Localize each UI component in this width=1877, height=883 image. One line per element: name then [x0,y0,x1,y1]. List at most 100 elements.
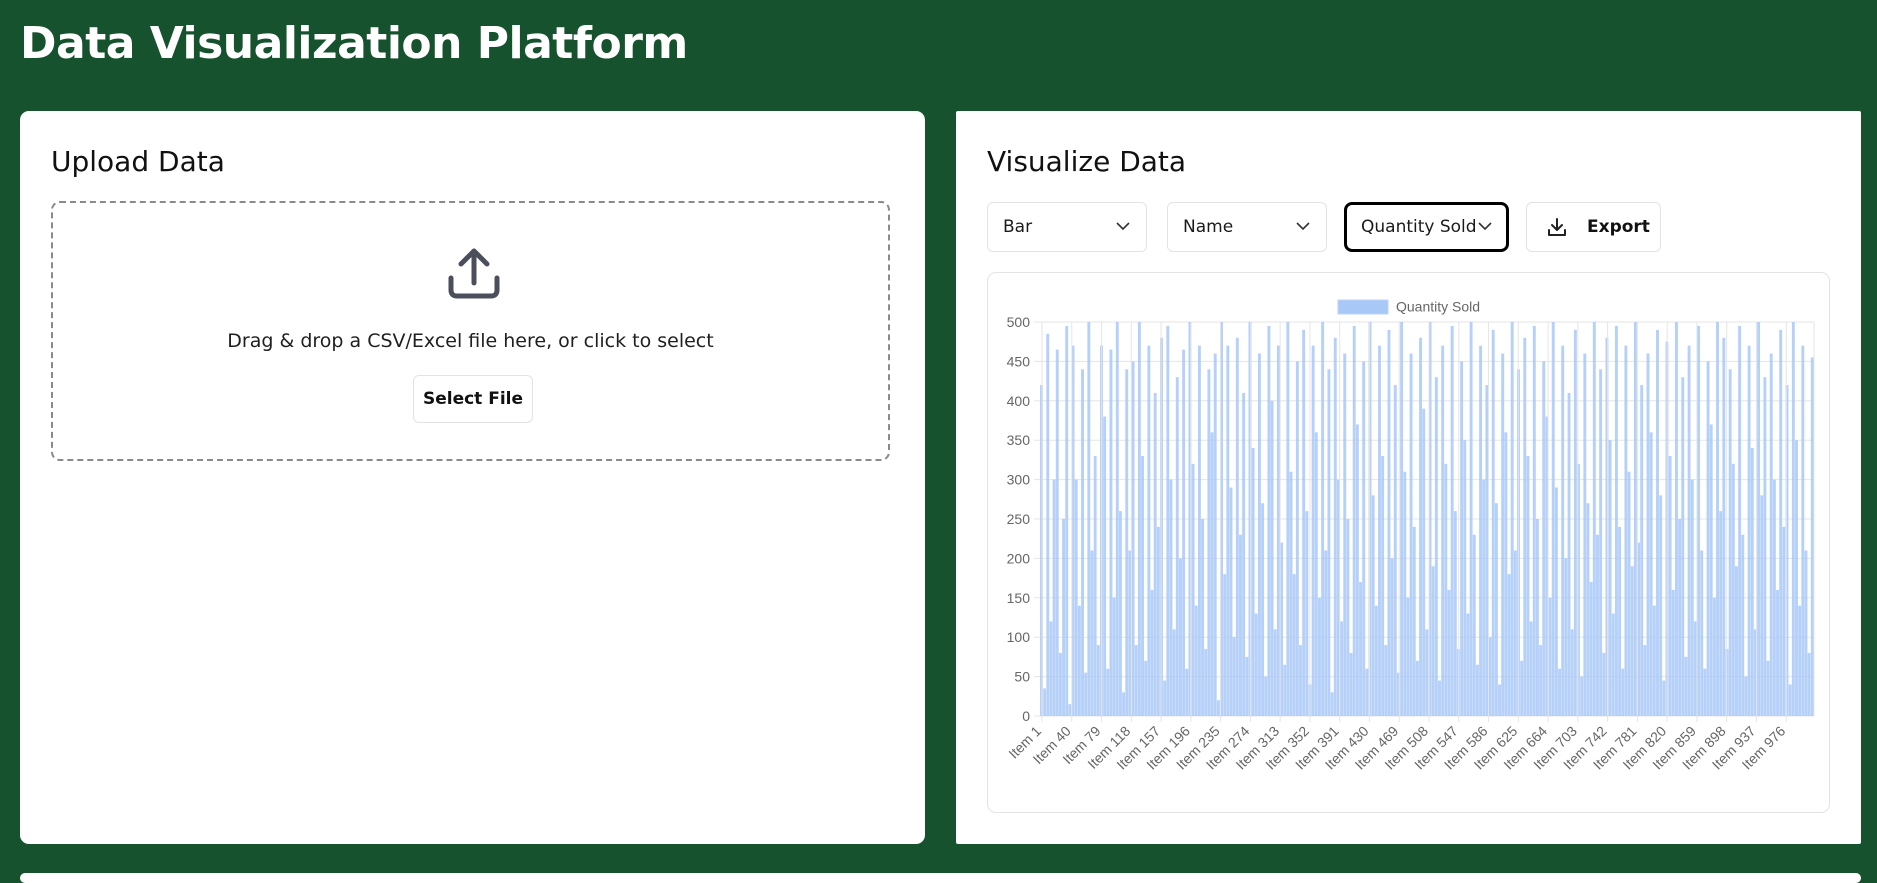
bar [1494,503,1498,716]
bar [1532,325,1536,716]
bar [1741,534,1745,716]
bar [1747,345,1751,716]
bar [1782,526,1786,716]
bar [1289,471,1293,716]
bar [1596,534,1599,716]
x-axis-value: Name [1183,217,1234,237]
y-tick-label: 200 [1007,550,1031,566]
select-file-button[interactable]: Select File [413,375,533,423]
bar [1096,645,1100,716]
bar [1406,597,1410,716]
upload-icon [448,248,500,299]
bar [1141,455,1145,716]
bar [1441,345,1445,716]
bar [1150,589,1154,716]
bar [1731,463,1735,716]
bar [1381,455,1385,716]
bar [1257,353,1261,716]
bar [1058,652,1062,716]
bar [1131,361,1135,716]
bar [1602,652,1606,716]
bar [1245,656,1249,716]
bar [1299,645,1302,716]
bar [1106,668,1110,716]
bar [1592,322,1596,716]
bar [1444,463,1448,716]
bar [1776,589,1779,716]
bar [1779,329,1783,716]
bar [1254,613,1258,716]
bar [1453,511,1457,716]
bar [1535,519,1539,716]
bar [1627,471,1631,716]
bar [1314,432,1318,716]
bar [1504,432,1508,716]
bar [1716,322,1719,716]
bar [1349,652,1353,716]
bar [1570,629,1574,716]
bar [1321,322,1325,716]
y-axis-select[interactable]: Quantity Sold [1344,202,1509,252]
bar [1678,519,1682,716]
bar [1567,392,1571,716]
bar [1216,700,1220,716]
bar [1573,329,1577,716]
bar [1659,495,1663,716]
bar [1618,526,1622,716]
x-axis-select[interactable]: Name [1167,202,1327,252]
bar [1327,369,1331,716]
export-button[interactable]: Export [1526,202,1661,252]
bar [1318,597,1321,716]
bar [1630,566,1634,716]
bar [1365,668,1369,716]
app-title: Data Visualization Platform [20,18,688,69]
bar [1270,400,1274,716]
y-tick-label: 250 [1007,511,1031,527]
bar [1611,613,1615,716]
bar [1226,345,1230,716]
bar [1109,349,1113,716]
bar [1757,322,1761,716]
bar [1068,704,1072,716]
bar [1513,550,1517,716]
chart-type-select[interactable]: Bar [987,202,1147,252]
bar [1242,392,1246,716]
bar [1608,440,1612,716]
bar [1697,325,1701,716]
bar [1409,353,1413,716]
bar [1621,668,1625,716]
bar [1400,322,1404,716]
bar [1182,349,1186,716]
chart-card: Quantity Sold 0 50 100 150 200 250 300 350 400 450… [987,272,1830,813]
bar [1744,676,1748,716]
file-dropzone[interactable]: Drag & drop a CSV/Excel file here, or cl… [51,201,890,461]
bar [1772,479,1776,716]
bar [1703,668,1707,716]
bar [1362,361,1366,716]
bar [1463,440,1467,716]
y-tick-label: 100 [1007,629,1031,645]
bar [1077,605,1081,716]
bar [1330,692,1334,716]
bar [1191,463,1195,716]
bar [1084,672,1088,716]
bar [1207,369,1211,716]
bar [1649,432,1653,716]
bar [1554,487,1558,716]
bar [1359,582,1362,716]
bar [1213,353,1217,716]
bar [1046,333,1050,716]
bar [1324,550,1328,716]
bar [1267,325,1271,716]
bar [1485,385,1489,716]
bar [1201,519,1205,716]
bar [1390,558,1394,716]
bar [1687,345,1691,716]
bar [1355,424,1359,716]
y-tick-label: 150 [1007,590,1031,606]
bar [1510,322,1514,716]
bar [1292,574,1296,716]
chevron-down-icon [1116,222,1130,231]
bar [1305,511,1309,716]
bar [1194,605,1198,716]
